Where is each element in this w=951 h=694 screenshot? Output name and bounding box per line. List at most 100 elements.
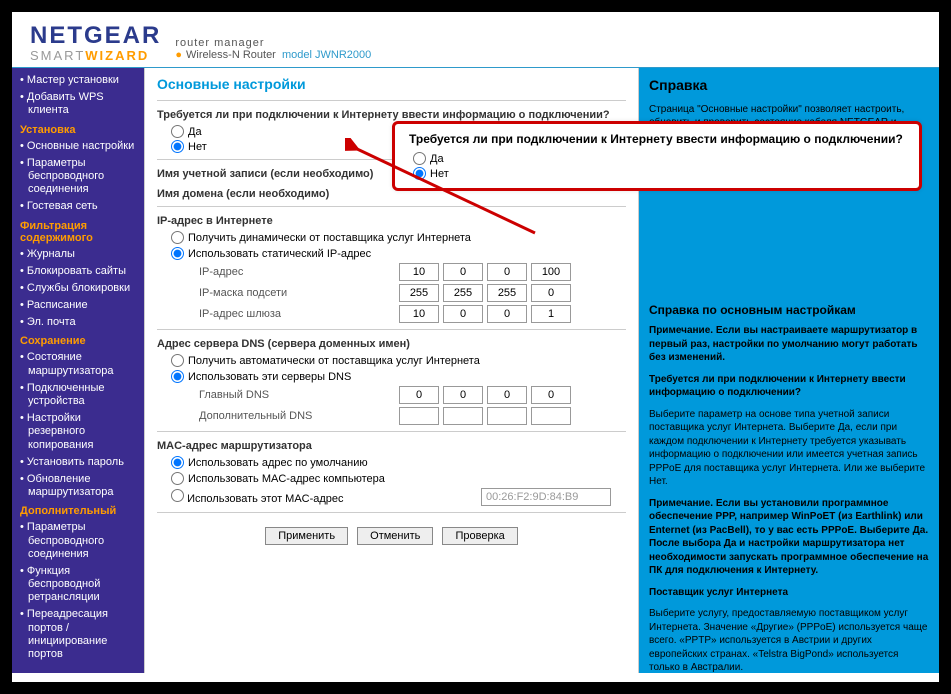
sidebar-category: Фильтрация содержимого [12,216,144,246]
page-title: Основные настройки [157,76,626,92]
ip-section-label: IP-адрес в Интернете [157,215,626,227]
sidebar-item[interactable]: Переадресация портов / инициирование пор… [12,606,144,663]
login-question: Требуется ли при подключении к Интернету… [157,109,626,121]
annotation-callout: Требуется ли при подключении к Интернету… [392,121,922,191]
callout-no-radio[interactable] [413,167,426,180]
test-button[interactable]: Проверка [442,527,517,545]
help-text: Выберите параметр на основе типа учетной… [649,408,929,489]
help-text: Поставщик услуг Интернета [649,586,929,600]
apply-button[interactable]: Применить [265,527,348,545]
ip-octet[interactable] [399,407,439,425]
sidebar-item[interactable]: Обновление маршрутизатора [12,471,144,501]
help-text: Примечание. Если вы настраиваете маршрут… [649,324,929,365]
sidebar-item[interactable]: Эл. почта [12,314,144,331]
sidebar-item[interactable]: Функция беспроводной ретрансляции [12,563,144,607]
mac-address-input[interactable] [481,488,611,506]
ip-octet[interactable] [487,305,527,323]
sidebar-item[interactable]: Мастер установки [12,72,144,89]
sidebar-item[interactable]: Параметры беспроводного соединения [12,519,144,563]
sidebar: Мастер установки Добавить WPS клиента Ус… [12,68,144,673]
header-info: router manager ● Wireless-N Router model … [175,37,371,61]
ip-octet[interactable] [443,263,483,281]
ip-octet[interactable] [487,284,527,302]
router-manager-label: router manager [175,37,264,49]
sidebar-item[interactable]: Состояние маршрутизатора [12,349,144,379]
ip-dynamic-radio[interactable] [171,231,184,244]
sidebar-item[interactable]: Подключенные устройства [12,380,144,410]
ip-dynamic-label: Получить динамически от поставщика услуг… [188,232,471,244]
mac-default-label: Использовать адрес по умолчанию [188,457,368,469]
sidebar-item[interactable]: Расписание [12,297,144,314]
help-title: Справка [649,76,929,95]
ip-static-radio[interactable] [171,247,184,260]
mac-this-radio[interactable] [171,489,184,502]
cancel-button[interactable]: Отменить [357,527,433,545]
ip-octet[interactable] [443,386,483,404]
ip-octet[interactable] [399,284,439,302]
ip-octet[interactable] [399,263,439,281]
ip-octet[interactable] [531,386,571,404]
sidebar-item[interactable]: Параметры беспроводного соединения [12,155,144,199]
dns-manual-radio[interactable] [171,370,184,383]
login-no-radio[interactable] [171,140,184,153]
ip-addr-label: IP-адрес [199,266,399,278]
ip-octet[interactable] [399,386,439,404]
dns-primary-label: Главный DNS [199,389,399,401]
callout-yes-radio[interactable] [413,152,426,165]
dns-manual-label: Использовать эти серверы DNS [188,371,351,383]
bullet-icon: ● [175,49,182,61]
ip-octet[interactable] [487,263,527,281]
sidebar-item[interactable]: Блокировать сайты [12,263,144,280]
dns-secondary-label: Дополнительный DNS [199,410,399,422]
ip-octet[interactable] [399,305,439,323]
ip-octet[interactable] [531,305,571,323]
ip-octet[interactable] [443,407,483,425]
dns-auto-radio[interactable] [171,354,184,367]
sidebar-item[interactable]: Гостевая сеть [12,198,144,215]
sidebar-item[interactable]: Журналы [12,246,144,263]
yes-label: Да [188,126,202,138]
help-subtitle: Справка по основным настройкам [649,302,929,318]
sidebar-category: Сохранение [12,331,144,349]
callout-question: Требуется ли при подключении к Интернету… [409,132,905,146]
sidebar-item[interactable]: Настройки резервного копирования [12,410,144,454]
help-text: Требуется ли при подключении к Интернету… [649,373,929,400]
model-label: model JWNR2000 [282,49,371,61]
ip-octet[interactable] [487,407,527,425]
mac-this-label: Использовать этот MAC-адрес [187,493,343,505]
mac-section-label: MAC-адрес маршрутизатора [157,440,626,452]
sidebar-category: Дополнительный [12,501,144,519]
ip-addr-inputs [399,263,571,281]
header: NETGEAR SMARTWIZARD router manager ● Wire… [12,12,939,68]
sidebar-item[interactable]: Добавить WPS клиента [12,89,144,119]
logo: NETGEAR SMARTWIZARD [30,22,161,63]
ip-octet[interactable] [531,263,571,281]
smartwizard-text: SMARTWIZARD [30,48,161,63]
no-label: Нет [188,141,207,153]
login-yes-radio[interactable] [171,125,184,138]
ip-octet[interactable] [443,284,483,302]
ip-octet[interactable] [531,284,571,302]
brand-text: NETGEAR [30,22,161,50]
callout-no-label: Нет [430,168,449,180]
ip-gw-label: IP-адрес шлюза [199,308,399,320]
ip-mask-label: IP-маска подсети [199,287,399,299]
router-type: Wireless-N Router [186,49,276,61]
button-row: Применить Отменить Проверка [157,527,626,545]
sidebar-category: Установка [12,120,144,138]
sidebar-item[interactable]: Службы блокировки [12,280,144,297]
ip-octet[interactable] [443,305,483,323]
ip-octet[interactable] [531,407,571,425]
dns-section-label: Адрес сервера DNS (сервера доменных имен… [157,338,626,350]
mac-pc-label: Использовать MAC-адрес компьютера [188,473,385,485]
callout-yes-label: Да [430,153,444,165]
ip-octet[interactable] [487,386,527,404]
ip-static-label: Использовать статический IP-адрес [188,248,371,260]
window: NETGEAR SMARTWIZARD router manager ● Wire… [12,12,939,682]
sidebar-item[interactable]: Основные настройки [12,138,144,155]
mac-default-radio[interactable] [171,456,184,469]
sidebar-item[interactable]: Установить пароль [12,454,144,471]
help-text: Примечание. Если вы установили программн… [649,497,929,578]
dns-auto-label: Получить автоматически от поставщика усл… [188,355,480,367]
mac-pc-radio[interactable] [171,472,184,485]
